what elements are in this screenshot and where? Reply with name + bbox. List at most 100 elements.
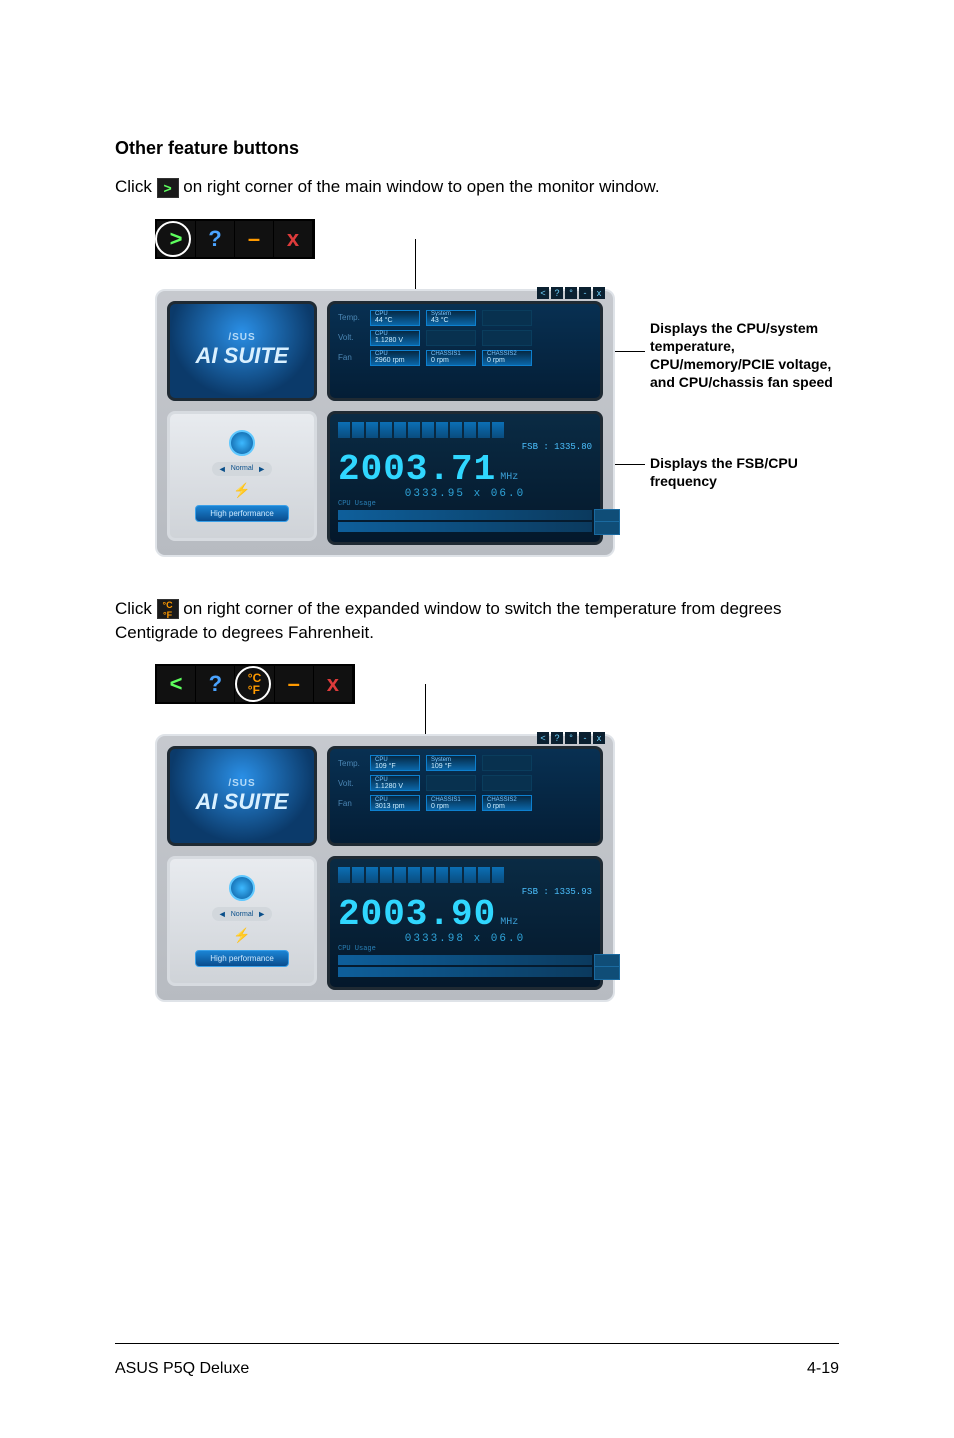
mini-min[interactable]: - <box>579 287 591 299</box>
row-label-fan: Fan <box>338 799 364 808</box>
sensor-readout-panel: Temp. CPU44 °C System43 °C Volt. CPU1.12… <box>327 301 603 401</box>
cpu-fan-cell: CPU2960 rpm <box>370 350 420 366</box>
system-temp-cell-f: System109 °F <box>426 755 476 771</box>
mini-min[interactable]: - <box>579 732 591 744</box>
mini-collapse[interactable]: < <box>537 287 549 299</box>
temp-toggle-icon-inline: °C°F <box>157 599 179 619</box>
sensor-readout-panel-f: Temp. CPU109 °F System109 °F Volt. CPU1.… <box>327 746 603 846</box>
temp-unit-toggle[interactable]: °C°F <box>235 666 274 702</box>
footer-page-number: 4-19 <box>807 1360 839 1378</box>
paragraph-temp-toggle: Click °C°F on right corner of the expand… <box>115 597 839 645</box>
frequency-panel-f: FSB : 1335.93 2003.90MHz 0333.98 x 06.0 … <box>327 856 603 990</box>
expand-icon-inline: > <box>157 178 179 198</box>
slider-right-icon: ► <box>257 464 266 474</box>
empty-cell <box>482 775 532 791</box>
mini-help[interactable]: ? <box>551 732 563 744</box>
annotation-frequency: Displays the FSB/CPU frequency <box>650 454 860 490</box>
empty-cell <box>482 310 532 326</box>
row-label-temp: Temp. <box>338 313 364 322</box>
expanded-toolbar: < ? °C°F – x <box>155 664 355 704</box>
close-button[interactable]: x <box>274 221 313 257</box>
cpu-volt-cell: CPU1.1280 V <box>370 330 420 346</box>
cpu-usage-bar-1: 5% <box>338 510 592 520</box>
ai-suite-window-f: < ? ° - x /SUS AI SUITE Temp. CPU109 °F … <box>155 734 615 1002</box>
freq-unit: MHz <box>500 472 518 483</box>
bolt-icon[interactable]: ⚡ <box>233 482 250 499</box>
empty-cell <box>482 330 532 346</box>
row-label-volt: Volt. <box>338 333 364 342</box>
cpu-temp-cell: CPU44 °C <box>370 310 420 326</box>
mini-temp[interactable]: ° <box>565 732 577 744</box>
product-name: AI SUITE <box>196 343 289 369</box>
para2-prefix: Click <box>115 599 157 618</box>
slider-label: Normal <box>231 465 254 472</box>
chassis1-fan-cell: CHASSIS10 rpm <box>426 350 476 366</box>
cpu-fan-cell-f: CPU3013 rpm <box>370 795 420 811</box>
profile-slider[interactable]: ◄ Normal ► <box>212 462 272 476</box>
window-controls: < ? ° - x <box>537 287 605 299</box>
row-label-fan: Fan <box>338 353 364 362</box>
help-button-2[interactable]: ? <box>196 666 235 702</box>
cpu-freq-big: 2003.71 <box>338 449 496 490</box>
empty-cell <box>482 755 532 771</box>
product-name: AI SUITE <box>196 789 289 815</box>
cpu-usage-label: CPU Usage <box>338 500 592 508</box>
profile-slider[interactable]: ◄ Normal ► <box>212 907 272 921</box>
para2-suffix: on right corner of the expanded window t… <box>115 599 781 642</box>
slider-label: Normal <box>231 911 254 918</box>
help-button[interactable]: ? <box>196 221 235 257</box>
chassis2-fan-cell-f: CHASSIS20 rpm <box>482 795 532 811</box>
mini-temp[interactable]: ° <box>565 287 577 299</box>
slider-right-icon: ► <box>257 909 266 919</box>
mini-close[interactable]: x <box>593 287 605 299</box>
cpu-volt-cell-f: CPU1.1280 V <box>370 775 420 791</box>
chassis1-fan-cell-f: CHASSIS10 rpm <box>426 795 476 811</box>
empty-cell <box>426 775 476 791</box>
minimize-button[interactable]: – <box>235 221 274 257</box>
row-label-temp: Temp. <box>338 759 364 768</box>
monitor-icon[interactable] <box>229 875 255 901</box>
profile-tag[interactable]: High performance <box>195 950 289 967</box>
mini-collapse[interactable]: < <box>537 732 549 744</box>
mini-close[interactable]: x <box>593 732 605 744</box>
cpu-usage-label: CPU Usage <box>338 945 592 953</box>
paragraph-expand: Click > on right corner of the main wind… <box>115 175 839 199</box>
tick-bar <box>338 422 592 438</box>
para1-prefix: Click <box>115 177 157 196</box>
footer-product: ASUS P5Q Deluxe <box>115 1360 249 1378</box>
section-heading: Other feature buttons <box>115 138 839 159</box>
slider-left-icon: ◄ <box>218 464 227 474</box>
collapse-button[interactable]: < <box>157 666 196 702</box>
cpu-freq-big-f: 2003.90 <box>338 894 496 935</box>
annot-line-2 <box>615 464 645 465</box>
cpu-usage-bar-1-f: 5% <box>338 955 592 965</box>
minimize-button-2[interactable]: – <box>275 666 314 702</box>
mini-help[interactable]: ? <box>551 287 563 299</box>
annot-line-1 <box>615 351 645 352</box>
ai-suite-window: < ? ° - x /SUS AI SUITE Temp. CPU44 °C S… <box>155 289 615 557</box>
expand-button[interactable]: > <box>157 221 196 257</box>
cpu-usage-bar-2: 0% <box>338 522 592 532</box>
compact-toolbar: > ? – x <box>155 219 315 259</box>
window-controls-f: < ? ° - x <box>537 732 605 744</box>
annotation-readouts: Displays the CPU/system temperature, CPU… <box>650 319 860 392</box>
system-temp-cell: System43 °C <box>426 310 476 326</box>
close-button-2[interactable]: x <box>314 666 353 702</box>
row-label-volt: Volt. <box>338 779 364 788</box>
tick-bar <box>338 867 592 883</box>
profile-control-panel-f: ◄ Normal ► ⚡ High performance <box>167 856 317 986</box>
freq-unit: MHz <box>500 917 518 928</box>
empty-cell <box>426 330 476 346</box>
monitor-icon[interactable] <box>229 430 255 456</box>
page-footer: ASUS P5Q Deluxe 4-19 <box>115 1343 839 1378</box>
brand-text: /SUS <box>228 778 255 789</box>
chassis2-fan-cell: CHASSIS20 rpm <box>482 350 532 366</box>
brand-panel: /SUS AI SUITE <box>167 301 317 401</box>
bolt-icon[interactable]: ⚡ <box>233 927 250 944</box>
slider-left-icon: ◄ <box>218 909 227 919</box>
cpu-usage-bar-2-f: 4% <box>338 967 592 977</box>
profile-tag[interactable]: High performance <box>195 505 289 522</box>
profile-control-panel: ◄ Normal ► ⚡ High performance <box>167 411 317 541</box>
cpu-temp-cell-f: CPU109 °F <box>370 755 420 771</box>
brand-text: /SUS <box>228 332 255 343</box>
